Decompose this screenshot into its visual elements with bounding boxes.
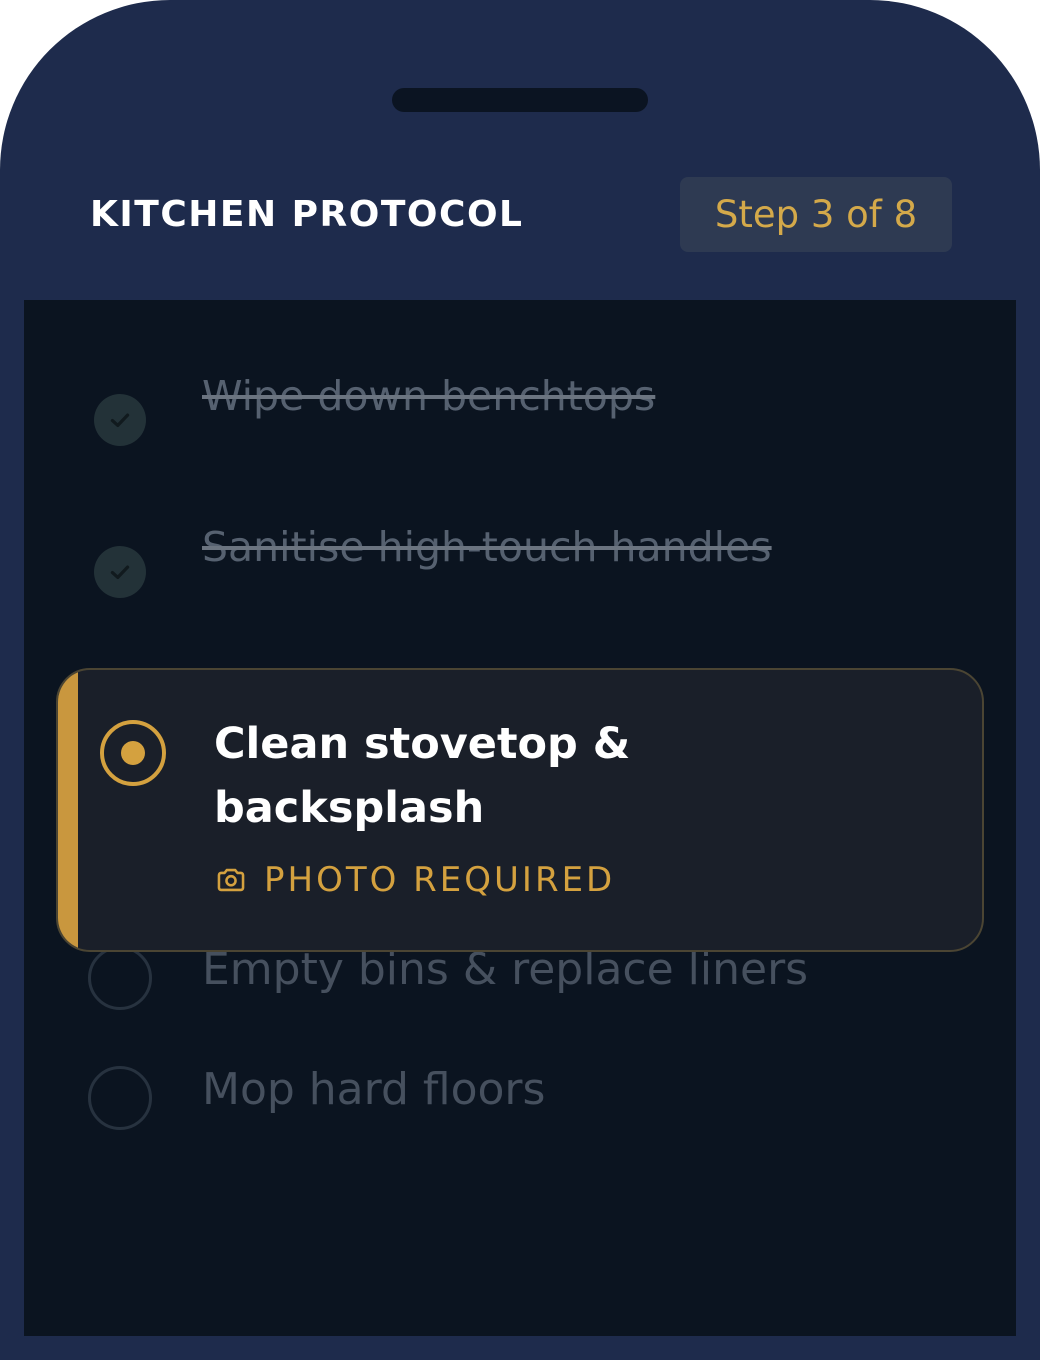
device-notch <box>392 88 648 112</box>
active-task-card[interactable]: Clean stovetop & backsplash PHOTO REQUIR… <box>56 668 984 952</box>
active-accent-bar <box>58 670 78 950</box>
phone-frame: KITCHEN PROTOCOL Step 3 of 8 Wipe down b… <box>0 0 1040 1360</box>
step-progress-badge: Step 3 of 8 <box>680 177 952 252</box>
empty-checkbox-icon[interactable] <box>88 946 152 1010</box>
task-label: Mop hard floors <box>202 1064 546 1115</box>
radio-dot <box>121 741 145 765</box>
photo-required-indicator[interactable]: PHOTO REQUIRED <box>214 860 615 900</box>
active-radio-icon[interactable] <box>100 720 166 786</box>
checkmark-icon[interactable] <box>94 394 146 446</box>
task-label: Wipe down benchtops <box>202 372 656 420</box>
page-title: KITCHEN PROTOCOL <box>90 194 524 235</box>
empty-checkbox-icon[interactable] <box>88 1066 152 1130</box>
photo-required-label: PHOTO REQUIRED <box>264 860 616 900</box>
active-task-label: Clean stovetop & backsplash <box>214 719 631 833</box>
checkmark-icon[interactable] <box>94 546 146 598</box>
task-label: Sanitise high-touch handles <box>202 523 772 571</box>
camera-icon <box>214 863 248 897</box>
